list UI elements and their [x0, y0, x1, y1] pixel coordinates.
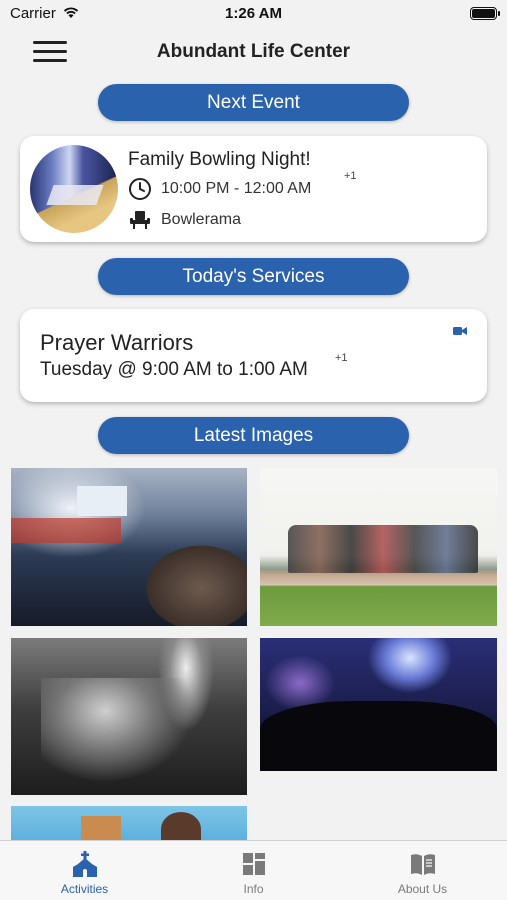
- tab-activities[interactable]: Activities: [0, 841, 169, 900]
- tab-activities-label: Activities: [60, 882, 109, 896]
- event-time: 10:00 PM - 12:00 AM: [161, 180, 312, 197]
- book-icon: [410, 854, 435, 875]
- todays-services-header: Today's Services: [98, 258, 409, 295]
- event-thumbnail: [30, 145, 118, 233]
- latest-images-header: Latest Images: [98, 417, 409, 454]
- tab-about-us[interactable]: About Us: [338, 841, 507, 900]
- gallery-image[interactable]: [11, 638, 247, 795]
- navigation-bar: Abundant Life Center: [0, 28, 507, 78]
- event-time-extra: +1: [344, 170, 357, 182]
- clock-icon: [129, 178, 151, 200]
- next-event-header: Next Event: [98, 84, 409, 121]
- service-card[interactable]: Prayer Warriors Tuesday @ 9:00 AM to 1:0…: [20, 309, 487, 402]
- gallery-image[interactable]: [260, 638, 497, 771]
- status-bar: Carrier 1:26 AM: [0, 0, 507, 28]
- tab-info[interactable]: Info: [169, 841, 338, 900]
- event-title: Family Bowling Night!: [128, 149, 311, 170]
- service-schedule-extra: +1: [335, 352, 348, 364]
- gallery-image[interactable]: [260, 468, 497, 626]
- gallery-image[interactable]: [11, 468, 247, 626]
- battery-icon: [470, 7, 500, 20]
- event-location: Bowlerama: [161, 211, 242, 228]
- service-schedule: Tuesday @ 9:00 AM to 1:00 AM: [40, 359, 308, 380]
- clock-time: 1:26 AM: [225, 5, 282, 22]
- video-camera-icon[interactable]: [453, 326, 467, 336]
- service-title: Prayer Warriors: [40, 330, 194, 355]
- event-location-row: Bowlerama: [128, 208, 241, 232]
- church-icon: [72, 851, 97, 877]
- event-card[interactable]: Family Bowling Night! 10:00 PM - 12:00 A…: [20, 136, 487, 242]
- tab-bar: Activities Info About Us: [0, 840, 507, 900]
- grid-icon: [242, 853, 265, 875]
- event-time-row: 10:00 PM - 12:00 AM: [128, 177, 311, 201]
- page-title: Abundant Life Center: [156, 41, 351, 62]
- tab-about-us-label: About Us: [397, 882, 448, 896]
- tab-info-label: Info: [243, 882, 264, 896]
- seat-icon: [130, 211, 150, 229]
